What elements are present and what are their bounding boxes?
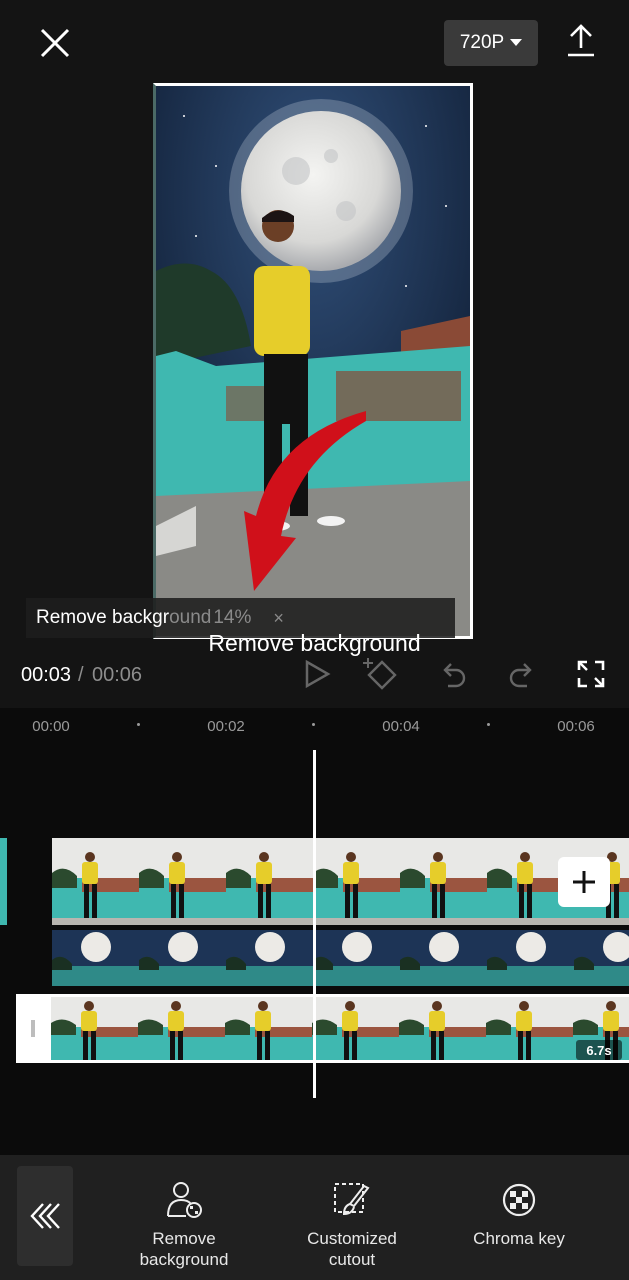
overlay-clip-moon[interactable] — [52, 930, 629, 986]
video-preview[interactable] — [153, 83, 473, 639]
redo-icon — [509, 663, 532, 688]
timeline-tick: 00:00 — [32, 718, 70, 735]
chroma-key-tool[interactable]: Chroma key — [459, 1180, 579, 1249]
main-clip-selected[interactable] — [16, 994, 629, 1063]
brush-cutout-icon — [334, 1183, 370, 1216]
fullscreen-icon — [577, 660, 605, 688]
progress-label-cont: ound — [169, 607, 212, 628]
timeline-tick: 00:04 — [382, 718, 420, 735]
undo-icon — [443, 663, 466, 688]
progress-cancel-button[interactable]: × — [273, 608, 284, 629]
keyframe-button[interactable] — [362, 656, 400, 692]
clip-duration-badge: 6.7s — [576, 1040, 622, 1060]
close-icon — [40, 28, 70, 58]
person-remove-bg-icon — [167, 1182, 202, 1218]
tool-label: Customized cutout — [307, 1229, 397, 1269]
play-button[interactable] — [302, 658, 332, 690]
double-chevron-left-icon — [30, 1203, 60, 1229]
clip-thumbnails — [52, 838, 629, 925]
plus-icon — [573, 871, 595, 893]
play-icon — [305, 659, 331, 689]
tool-label: Remove background — [139, 1229, 229, 1269]
progress-label: Remove backgr — [36, 607, 170, 628]
clip-trim-handle[interactable] — [31, 1020, 35, 1037]
remove-background-tool[interactable]: Remove background — [124, 1180, 244, 1270]
add-clip-button[interactable] — [558, 857, 610, 907]
progress-percent: 14% — [213, 607, 252, 628]
timeline-tick: 00:02 — [207, 718, 245, 735]
close-button[interactable] — [36, 24, 74, 62]
clip-thumbnails — [52, 930, 629, 986]
tool-label: Chroma key — [473, 1229, 565, 1248]
total-time: 00:06 — [92, 664, 143, 686]
playhead[interactable] — [313, 750, 316, 1098]
timeline-dot — [137, 723, 140, 726]
prev-clip-edge[interactable] — [0, 838, 7, 925]
export-button[interactable] — [564, 22, 598, 58]
upload-icon — [568, 24, 594, 57]
redo-button[interactable] — [507, 660, 537, 690]
caption-text: Remove background — [208, 630, 421, 656]
caret-down-icon — [510, 39, 523, 46]
keyframe-add-icon — [363, 658, 397, 690]
preview-frame — [156, 86, 470, 636]
fullscreen-button[interactable] — [577, 660, 605, 688]
customized-cutout-tool[interactable]: Customized cutout — [292, 1180, 412, 1270]
clip-thumbnails — [51, 997, 629, 1060]
timeline-tick: 00:06 — [557, 718, 595, 735]
current-time: 00:03 — [21, 664, 72, 686]
timeline-dot — [312, 723, 315, 726]
timeline-dot — [487, 723, 490, 726]
time-separator: / — [78, 664, 84, 686]
resolution-dropdown[interactable]: 720P — [444, 20, 538, 66]
undo-button[interactable] — [438, 660, 468, 690]
chroma-key-icon — [502, 1183, 536, 1217]
resolution-label: 720P — [459, 32, 505, 53]
overlay-clip-person[interactable] — [52, 838, 629, 925]
back-button[interactable] — [17, 1166, 73, 1266]
